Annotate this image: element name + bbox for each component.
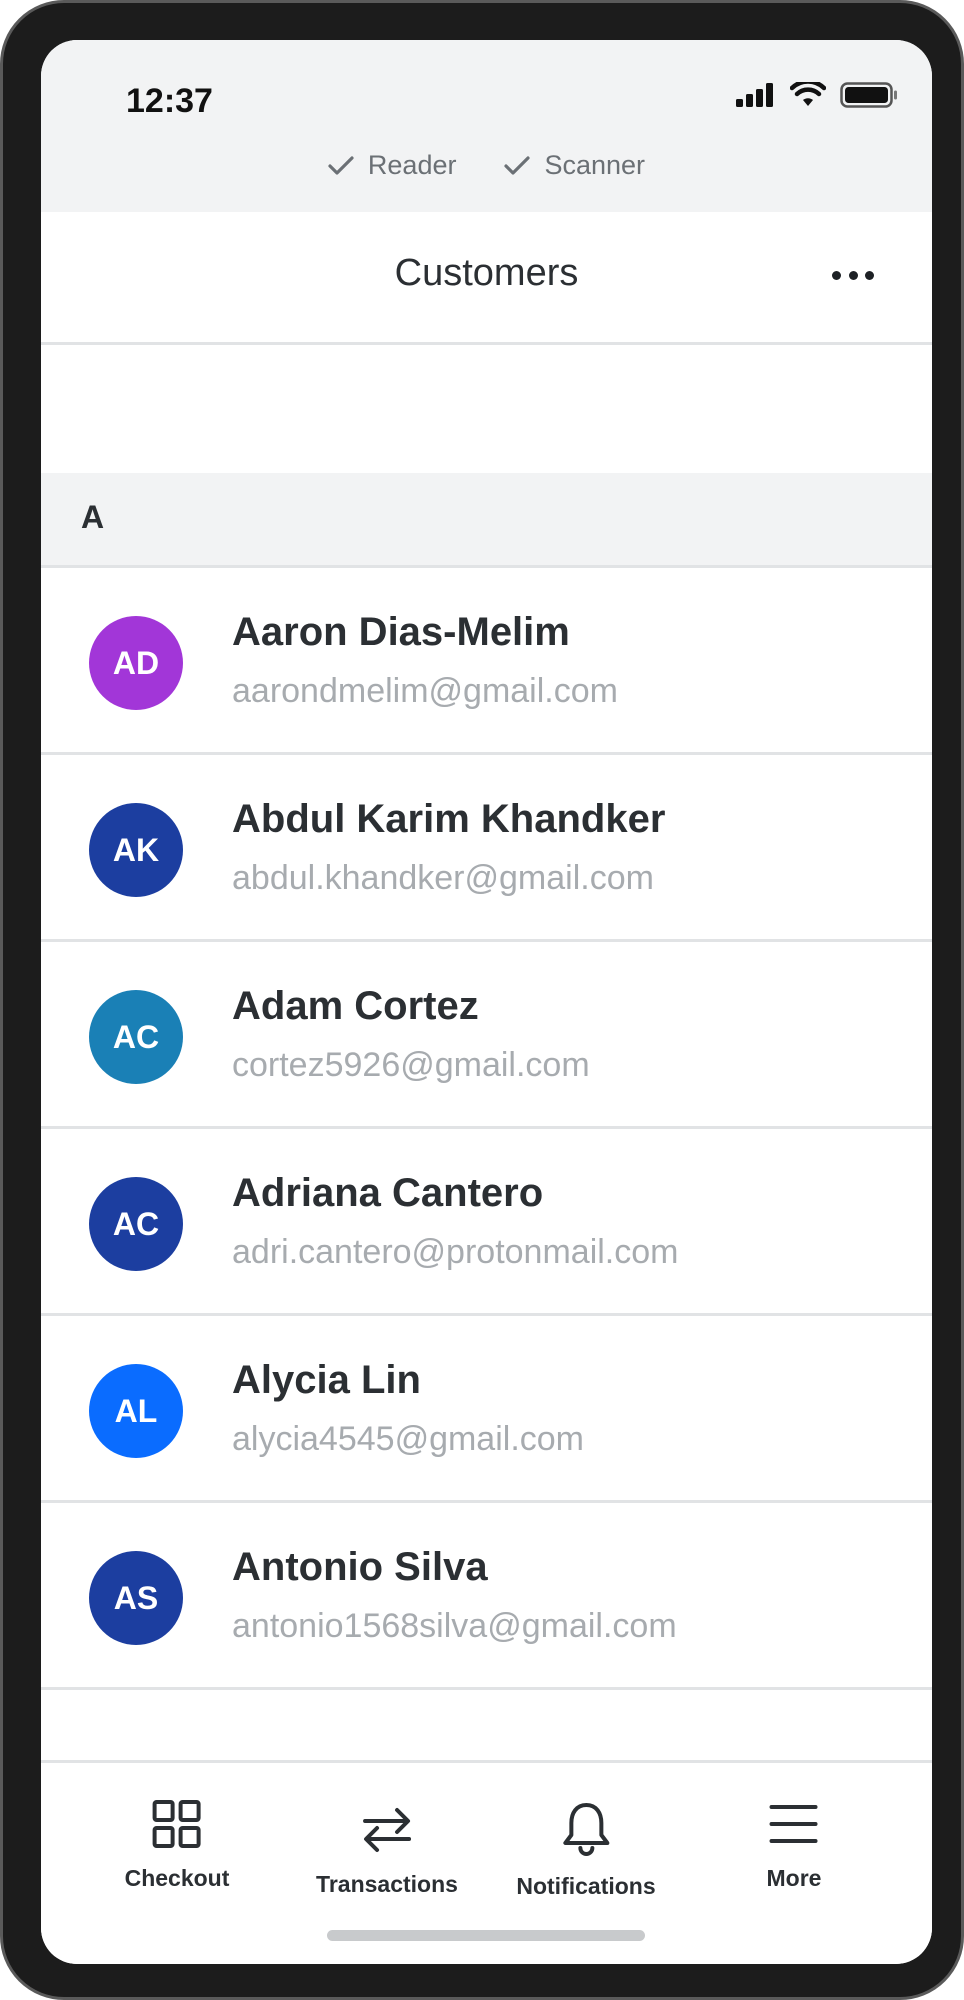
swap-arrows-icon — [362, 1808, 411, 1852]
avatar: AK — [89, 803, 183, 897]
battery-icon — [840, 82, 897, 108]
list-item[interactable]: AC Adriana Cantero adri.cantero@protonma… — [41, 1129, 932, 1316]
customer-email: adri.cantero@protonmail.com — [232, 1233, 679, 1271]
tab-transactions[interactable]: Transactions — [316, 1805, 458, 1898]
more-dot — [848, 270, 858, 280]
grid-icon — [152, 1800, 201, 1848]
tab-label: Notifications — [516, 1873, 656, 1899]
connection-status: Reader Scanner — [41, 150, 932, 181]
avatar: AC — [89, 990, 183, 1084]
customer-email: cortez5926@gmail.com — [232, 1046, 590, 1084]
avatar: AD — [89, 616, 183, 710]
menu-icon — [769, 1805, 818, 1843]
wifi-icon — [790, 82, 826, 106]
customer-list: AD Aaron Dias-Melim aarondmelim@gmail.co… — [41, 568, 932, 1690]
page-title: Customers — [394, 252, 579, 294]
signal-icon — [736, 83, 773, 107]
section-header: A — [41, 473, 932, 568]
avatar: AL — [89, 1364, 183, 1458]
status-time: 12:37 — [126, 82, 213, 120]
screen: 12:37 Reader Scanner Customers A AD Aaro… — [41, 40, 932, 1964]
tab-label: Transactions — [316, 1871, 458, 1897]
scanner-label: Scanner — [544, 150, 646, 180]
more-horizontal-icon — [832, 270, 841, 280]
section-letter: A — [81, 499, 105, 535]
avatar: AC — [89, 1177, 183, 1271]
customer-name: Abdul Karim Khandker — [232, 797, 666, 841]
search-area — [41, 345, 932, 473]
customer-name: Adam Cortez — [232, 984, 479, 1028]
tab-more[interactable]: More — [766, 1799, 822, 1892]
list-item[interactable]: AC Adam Cortez cortez5926@gmail.com — [41, 942, 932, 1129]
customer-email: antonio1568silva@gmail.com — [232, 1607, 677, 1645]
customer-email: abdul.khandker@gmail.com — [232, 859, 654, 897]
more-dot — [865, 270, 874, 280]
list-item[interactable]: AK Abdul Karim Khandker abdul.khandker@g… — [41, 755, 932, 942]
more-options-button[interactable] — [832, 260, 874, 290]
check-icon — [504, 155, 531, 175]
device-frame: 12:37 Reader Scanner Customers A AD Aaro… — [0, 0, 964, 2000]
check-icon — [328, 155, 354, 175]
tab-label: Checkout — [124, 1865, 230, 1891]
tab-label: More — [766, 1865, 822, 1891]
customer-email: alycia4545@gmail.com — [232, 1420, 585, 1458]
status-bar: 12:37 Reader Scanner — [41, 40, 932, 212]
customer-name: Antonio Silva — [232, 1545, 488, 1589]
bell-icon — [563, 1803, 609, 1856]
scanner-status: Scanner — [504, 150, 645, 181]
customer-email: aarondmelim@gmail.com — [232, 672, 618, 710]
customer-name: Adriana Cantero — [232, 1171, 544, 1215]
app-header: Customers — [41, 212, 932, 345]
home-indicator[interactable] — [327, 1930, 645, 1941]
list-item[interactable]: AL Alycia Lin alycia4545@gmail.com — [41, 1316, 932, 1503]
tab-notifications[interactable]: Notifications — [516, 1801, 656, 1900]
system-icons — [736, 82, 898, 108]
list-item[interactable]: AD Aaron Dias-Melim aarondmelim@gmail.co… — [41, 568, 932, 755]
customer-name: Alycia Lin — [232, 1358, 421, 1402]
list-item[interactable]: AS Antonio Silva antonio1568silva@gmail.… — [41, 1503, 932, 1690]
customer-name: Aaron Dias-Melim — [232, 610, 570, 654]
tab-checkout[interactable]: Checkout — [124, 1799, 230, 1892]
reader-status: Reader — [328, 150, 457, 181]
avatar: AS — [89, 1551, 183, 1645]
reader-label: Reader — [367, 150, 457, 180]
